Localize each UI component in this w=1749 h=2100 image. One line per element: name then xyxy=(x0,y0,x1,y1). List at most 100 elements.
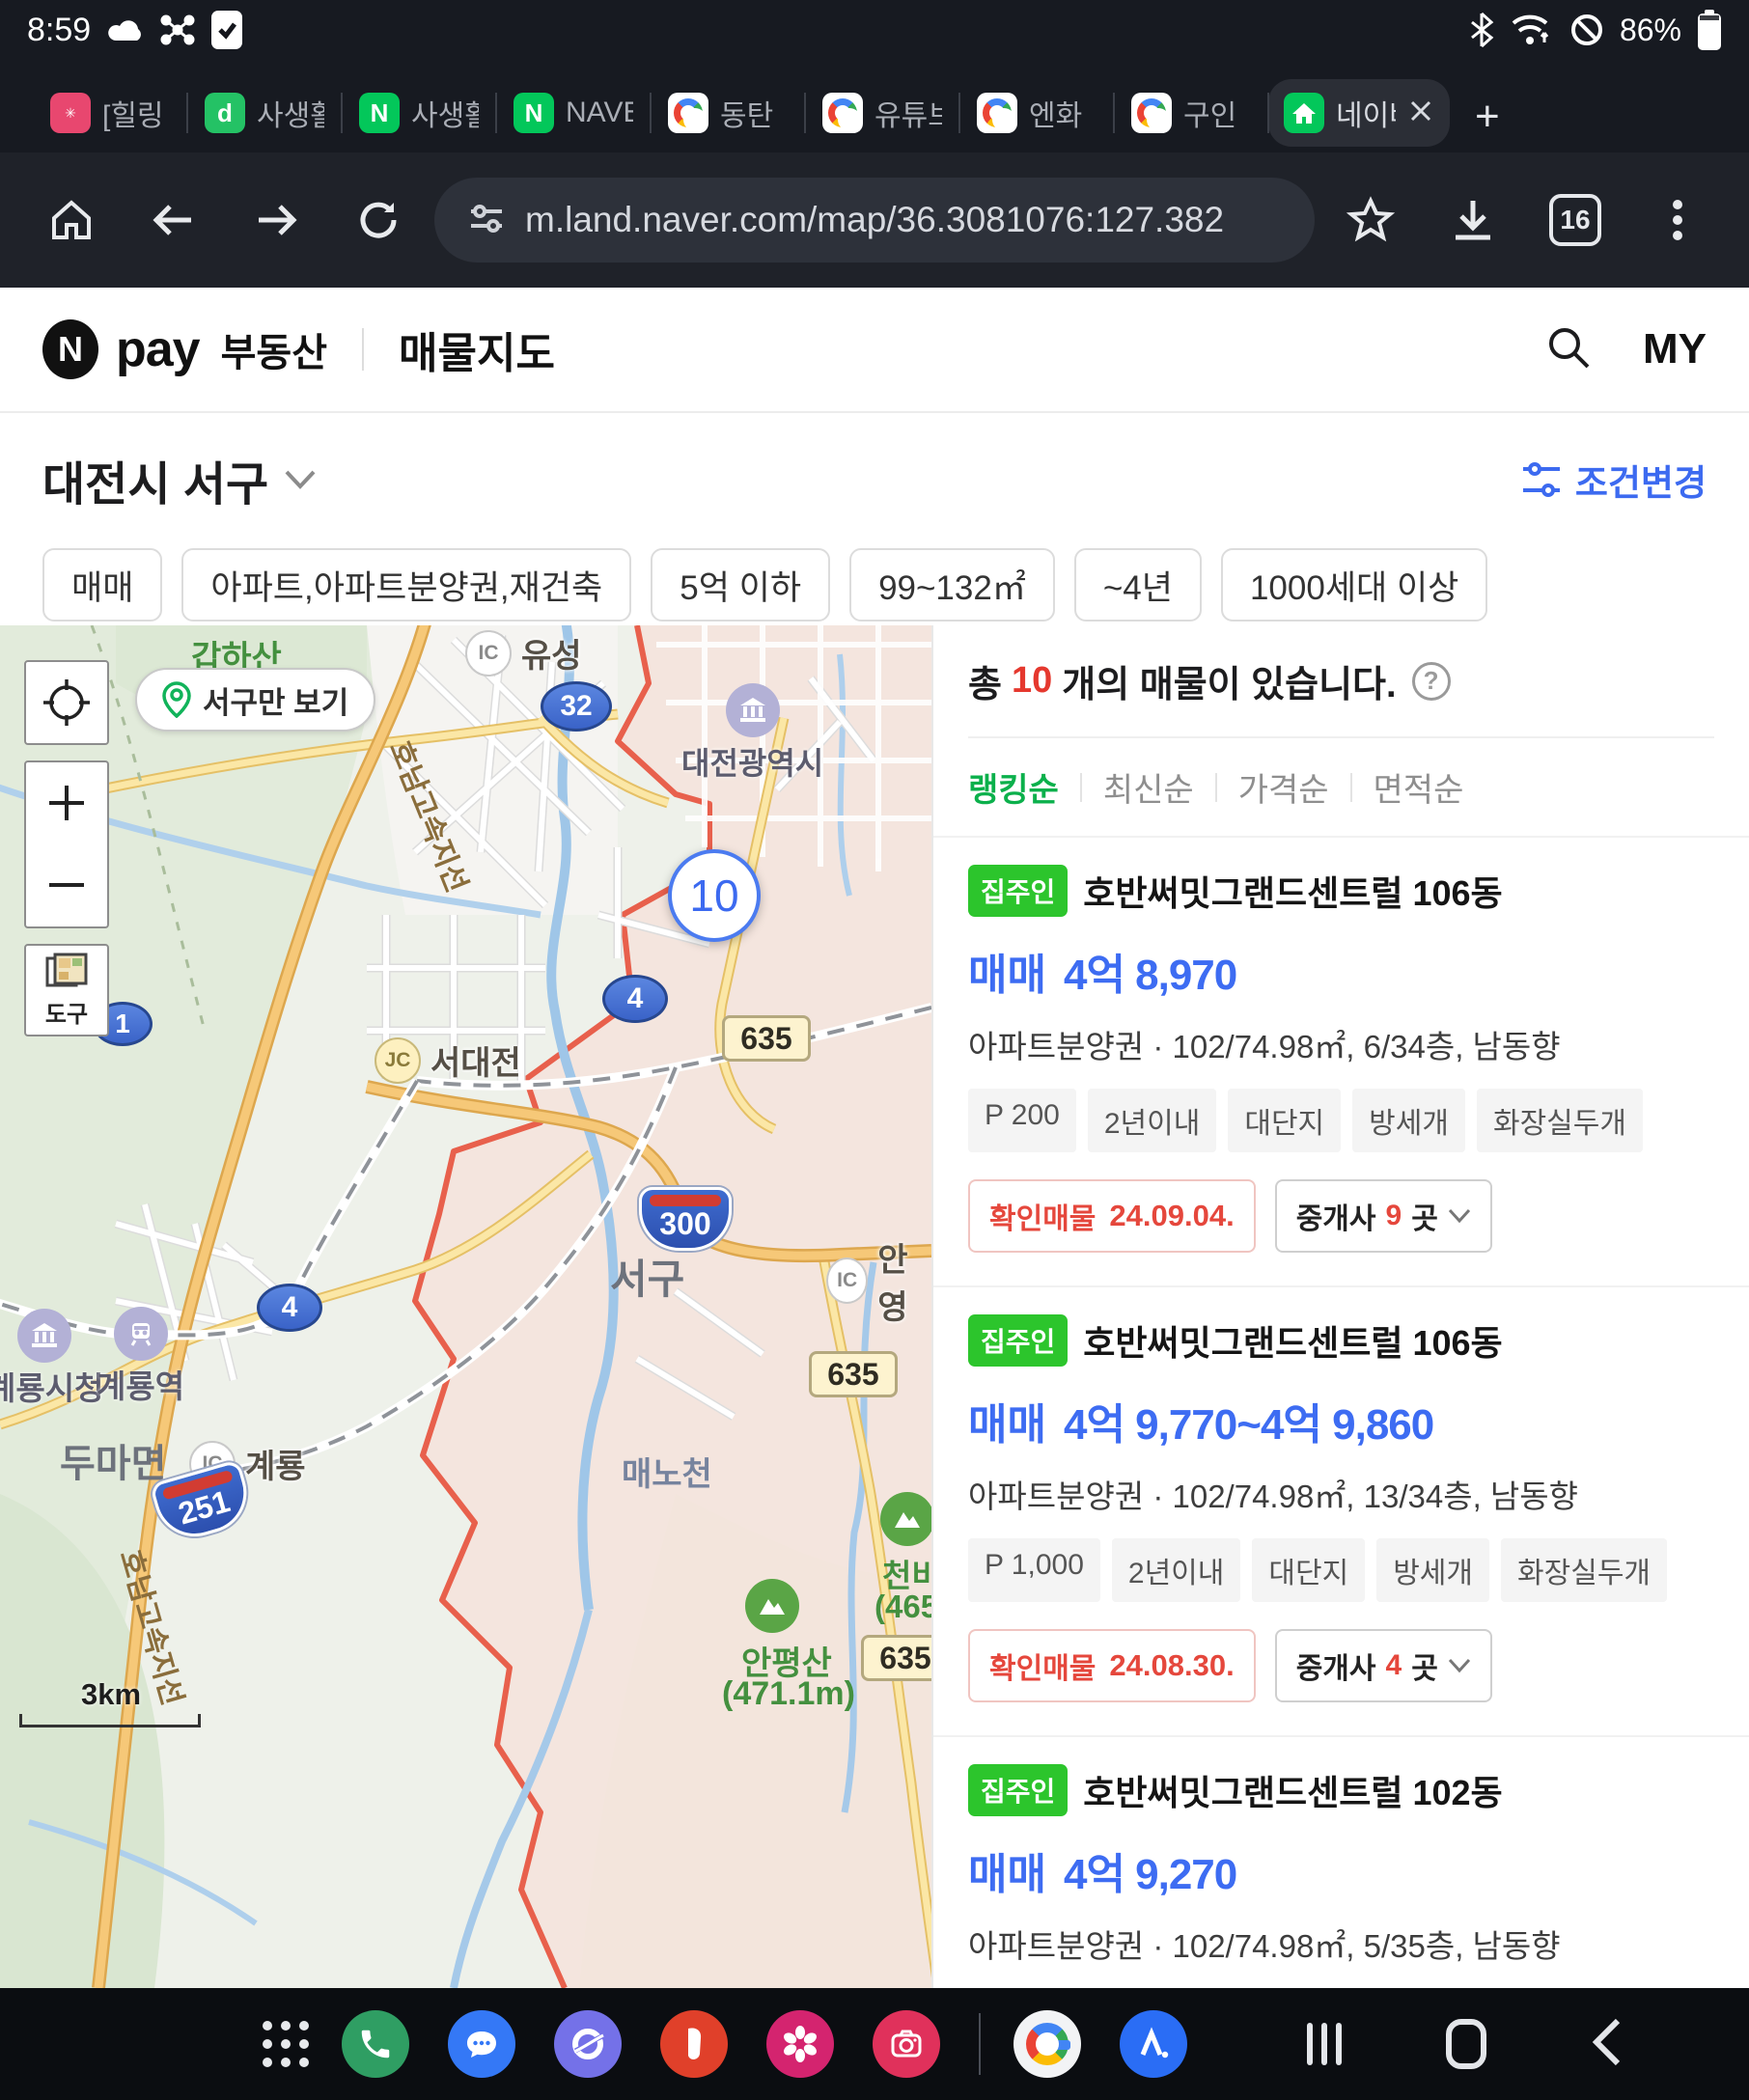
listing-tag: 대단지 xyxy=(1228,1089,1341,1152)
sort-area[interactable]: 면적순 xyxy=(1374,763,1464,811)
sort-newest[interactable]: 최신순 xyxy=(1103,763,1194,811)
tab-dongtan[interactable]: 동탄 xyxy=(651,79,805,147)
download-icon[interactable] xyxy=(1427,174,1519,266)
stream-label: 매노천 xyxy=(622,1448,712,1495)
zoom-in-button[interactable] xyxy=(24,760,109,845)
see-district-only-button[interactable]: 서구만 보기 xyxy=(135,668,375,732)
chip-property-type[interactable]: 아파트,아파트분양권,재건축 xyxy=(181,548,631,622)
zoom-out-button[interactable] xyxy=(24,843,109,928)
my-menu[interactable]: MY xyxy=(1643,325,1707,373)
listing-tag: 화장실두개 xyxy=(1477,1089,1643,1152)
samsung-internet-app-icon[interactable] xyxy=(554,2010,622,2078)
tab-privacy-1[interactable]: d 사생활 xyxy=(187,79,342,147)
tab-count-button[interactable]: 16 xyxy=(1529,174,1622,266)
phone-app-icon[interactable] xyxy=(342,2010,409,2078)
deal-type: 매매 xyxy=(968,1839,1046,1901)
battery-icon xyxy=(1697,10,1722,50)
tab-favicon: N xyxy=(359,93,400,133)
listings-panel: 총 10 개의 매물이 있습니다. ? 랭킹순 최신순 가격순 면적순 xyxy=(931,625,1749,1988)
mountain-icon-anpyeongsan xyxy=(745,1579,799,1633)
my-location-button[interactable] xyxy=(24,660,109,745)
chip-age[interactable]: ~4년 xyxy=(1074,548,1202,622)
bookmark-star-icon[interactable] xyxy=(1324,174,1417,266)
cityhall-label: 계룡시청 xyxy=(0,1363,103,1409)
tab-naver-land-active[interactable]: 네이버 xyxy=(1268,79,1450,147)
tab-close-icon[interactable] xyxy=(1407,97,1434,129)
sliders-icon xyxy=(1521,461,1562,498)
new-tab-button[interactable]: + xyxy=(1475,93,1500,147)
chip-area[interactable]: 99~132㎡ xyxy=(849,548,1055,622)
tab-naver[interactable]: N NAVER xyxy=(496,79,651,147)
chip-households[interactable]: 1000세대 이상 xyxy=(1221,548,1487,622)
bluetooth-icon xyxy=(1469,12,1494,48)
naver-pay-logo[interactable]: N xyxy=(42,319,98,379)
mountain-icon-cheonbisan xyxy=(880,1492,931,1546)
agent-count-dropdown[interactable]: 중개사 4 곳 xyxy=(1275,1629,1492,1702)
back-icon[interactable] xyxy=(127,174,220,266)
agent-count-dropdown[interactable]: 중개사 9 곳 xyxy=(1275,1179,1492,1253)
flower-app-icon[interactable] xyxy=(766,2010,834,2078)
listing-cluster-marker[interactable]: 10 xyxy=(668,849,761,942)
status-bar: 8:59 xyxy=(0,0,1749,60)
map-tools-button[interactable]: 도구 xyxy=(24,944,109,1036)
map-scale-bar xyxy=(19,1714,201,1727)
browser-toolbar: m.land.naver.com/map/36.3081076:127.382 … xyxy=(0,152,1749,288)
forward-icon[interactable] xyxy=(230,174,322,266)
tab-favicon xyxy=(1131,93,1172,133)
listing-card[interactable]: 집주인 호반써밋그랜드센트럴 106동 매매 4억 8,970 아파트분양권 ·… xyxy=(933,836,1749,1285)
map-canvas[interactable]: 갑하산 (468.7m) IC 유성 32 대전광역시 호남고속지선 1 JC … xyxy=(0,625,931,1988)
reload-icon[interactable] xyxy=(332,174,425,266)
back-key[interactable] xyxy=(1591,2017,1624,2072)
home-icon[interactable] xyxy=(25,174,118,266)
real-estate-label[interactable]: 부동산 xyxy=(221,321,327,377)
listing-card[interactable]: 집주인 호반써밋그랜드센트럴 102동 매매 4억 9,270 아파트분양권 ·… xyxy=(933,1735,1749,1988)
url-text[interactable]: m.land.naver.com/map/36.3081076:127.382 xyxy=(525,200,1282,240)
gyeryong-cityhall-icon xyxy=(17,1309,71,1363)
tab-favicon xyxy=(977,93,1017,133)
tab-yen[interactable]: 엔화 xyxy=(959,79,1114,147)
home-key[interactable] xyxy=(1446,2019,1486,2069)
google-app-icon[interactable] xyxy=(1013,2010,1081,2078)
page-title: 매물지도 xyxy=(399,318,555,380)
mountain-elevation-cheonbisan: (465.6m xyxy=(874,1589,931,1625)
tab-jobs[interactable]: 구인 xyxy=(1114,79,1268,147)
tab-privacy-2[interactable]: N 사생활 xyxy=(342,79,496,147)
condition-change-button[interactable]: 조건변경 xyxy=(1521,454,1707,506)
filter-area: 대전시 서구 조건변경 매매 아파트,아파트분양권,재건축 5억 이하 99~1… xyxy=(0,415,1749,625)
sort-ranking[interactable]: 랭킹순 xyxy=(968,763,1059,811)
menu-kebab-icon[interactable] xyxy=(1631,174,1724,266)
tab-youtube[interactable]: 유튜브 xyxy=(805,79,959,147)
app-drawer-icon[interactable] xyxy=(263,2021,309,2067)
naver-blue-app-icon[interactable] xyxy=(1120,2010,1187,2078)
owner-badge: 집주인 xyxy=(968,1314,1068,1367)
filter-chips: 매매 아파트,아파트분양권,재건축 5억 이하 99~132㎡ ~4년 1000… xyxy=(42,548,1707,622)
recents-key[interactable] xyxy=(1307,2023,1342,2065)
route-635-badge-mid: 635 xyxy=(809,1351,898,1397)
tab-favicon: ✳ xyxy=(50,93,91,133)
search-icon[interactable] xyxy=(1544,323,1593,376)
pin-icon xyxy=(162,681,191,718)
chip-deal-type[interactable]: 매매 xyxy=(42,548,162,622)
blocked-mode-icon xyxy=(1569,13,1604,47)
help-icon[interactable]: ? xyxy=(1412,662,1451,701)
messages-app-icon[interactable] xyxy=(448,2010,515,2078)
checklist-notification-icon xyxy=(210,10,243,50)
route-635-badge: 635 xyxy=(722,1015,811,1062)
jc-seodaejeon: JC 서대전 xyxy=(375,1036,521,1084)
listing-card[interactable]: 집주인 호반써밋그랜드센트럴 106동 매매 4억 9,770~4억 9,860… xyxy=(933,1285,1749,1735)
deal-type: 매매 xyxy=(968,1390,1046,1451)
chip-price[interactable]: 5억 이하 xyxy=(651,548,830,622)
url-bar[interactable]: m.land.naver.com/map/36.3081076:127.382 xyxy=(434,178,1315,262)
tab-healing[interactable]: ✳ [힐링 xyxy=(33,79,187,147)
camera-app-icon[interactable] xyxy=(873,2010,940,2078)
red-app-icon[interactable] xyxy=(660,2010,728,2078)
naver-land-header: N pay 부동산 매물지도 MY xyxy=(0,288,1749,413)
tab-favicon xyxy=(668,93,708,133)
sort-price[interactable]: 가격순 xyxy=(1238,763,1329,811)
dock-separator xyxy=(979,2013,981,2075)
weather-cloud-icon xyxy=(106,15,145,44)
route-4-shield: 4 xyxy=(602,975,668,1023)
chevron-down-icon xyxy=(1448,1208,1471,1224)
region-selector[interactable]: 대전시 서구 xyxy=(42,446,317,513)
site-settings-icon[interactable] xyxy=(467,199,506,242)
